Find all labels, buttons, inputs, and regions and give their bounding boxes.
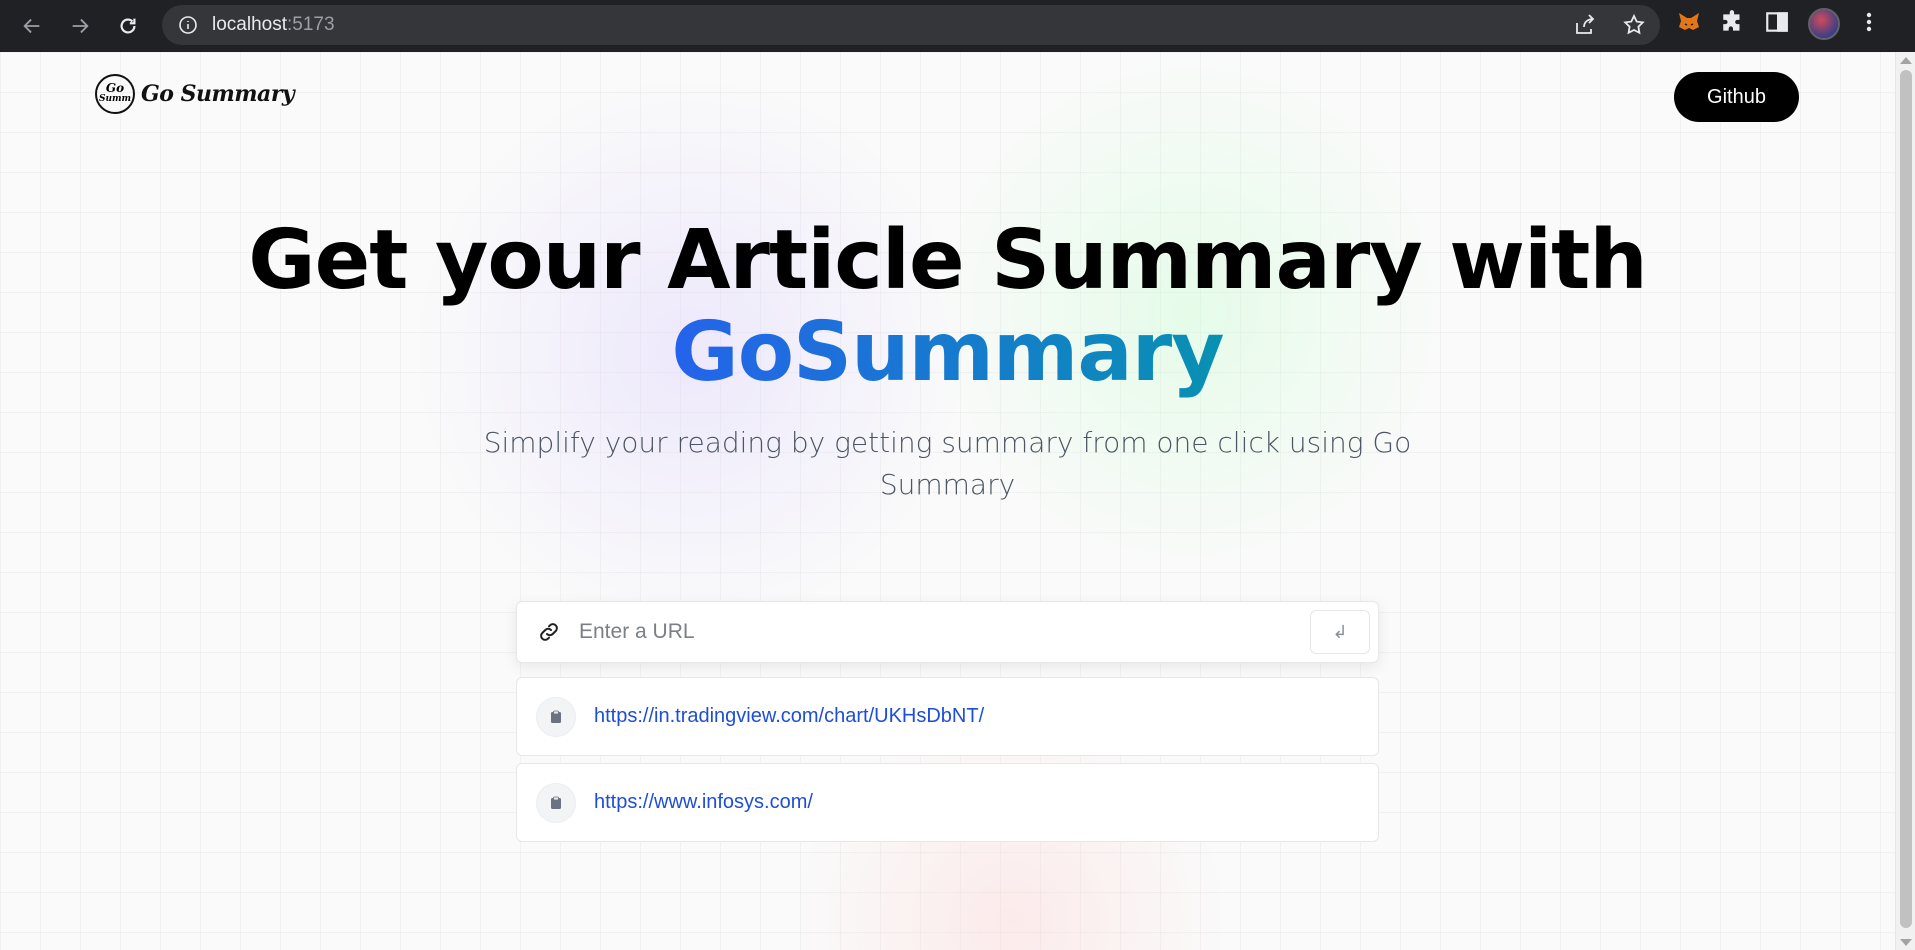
copy-icon[interactable] bbox=[536, 782, 576, 823]
history-item[interactable]: https://in.tradingview.com/chart/UKHsDbN… bbox=[516, 677, 1379, 756]
forward-arrow-icon[interactable] bbox=[60, 6, 100, 46]
side-panel-icon[interactable] bbox=[1764, 9, 1790, 40]
kebab-menu-icon[interactable] bbox=[1856, 9, 1882, 40]
enter-icon: ↲ bbox=[1332, 621, 1348, 642]
page-scrollbar[interactable] bbox=[1895, 52, 1915, 950]
scroll-up-arrow-icon[interactable] bbox=[1900, 57, 1912, 64]
hero-title-brand: GoSummary bbox=[671, 305, 1224, 400]
history-link[interactable]: https://www.infosys.com/ bbox=[594, 791, 813, 814]
url-port: :5173 bbox=[287, 14, 335, 35]
bookmark-star-icon[interactable] bbox=[1622, 13, 1646, 42]
history-item[interactable]: https://www.infosys.com/ bbox=[516, 763, 1379, 842]
hero-title: Get your Article Summary with GoSummary bbox=[0, 215, 1895, 399]
back-arrow-icon[interactable] bbox=[12, 6, 52, 46]
reload-icon[interactable] bbox=[108, 6, 148, 46]
url-form: ↲ bbox=[516, 601, 1379, 663]
address-bar[interactable]: localhost:5173 bbox=[162, 5, 1660, 45]
extensions-puzzle-icon[interactable] bbox=[1720, 9, 1746, 40]
url-input[interactable] bbox=[579, 620, 1299, 644]
history-list: https://in.tradingview.com/chart/UKHsDbN… bbox=[516, 677, 1379, 849]
logo[interactable]: Go Summ Go Summary bbox=[95, 74, 295, 114]
submit-button[interactable]: ↲ bbox=[1310, 610, 1370, 654]
scroll-down-arrow-icon[interactable] bbox=[1900, 939, 1912, 946]
hero-title-line1: Get your Article Summary with bbox=[248, 213, 1647, 308]
hero-subtitle: Simplify your reading by getting summary… bbox=[483, 426, 1412, 501]
history-link[interactable]: https://in.tradingview.com/chart/UKHsDbN… bbox=[594, 705, 984, 728]
logo-badge-line2: Summ bbox=[98, 94, 132, 104]
link-icon bbox=[537, 620, 561, 644]
logo-badge: Go Summ bbox=[95, 74, 135, 114]
copy-icon[interactable] bbox=[536, 696, 576, 737]
browser-toolbar: localhost:5173 bbox=[0, 0, 1915, 52]
share-icon[interactable] bbox=[1572, 13, 1596, 42]
url-host: localhost bbox=[212, 14, 287, 35]
url-text[interactable]: localhost:5173 bbox=[212, 14, 335, 36]
profile-avatar[interactable] bbox=[1808, 8, 1840, 40]
page-viewport: Go Summ Go Summary Github Get your Artic… bbox=[0, 52, 1895, 950]
site-info-icon[interactable] bbox=[178, 15, 198, 35]
metamask-fox-icon[interactable] bbox=[1676, 9, 1702, 40]
logo-badge-line1: Go bbox=[105, 81, 125, 95]
github-button[interactable]: Github bbox=[1674, 72, 1799, 122]
scroll-thumb[interactable] bbox=[1900, 70, 1912, 928]
logo-text: Go Summary bbox=[141, 81, 295, 107]
